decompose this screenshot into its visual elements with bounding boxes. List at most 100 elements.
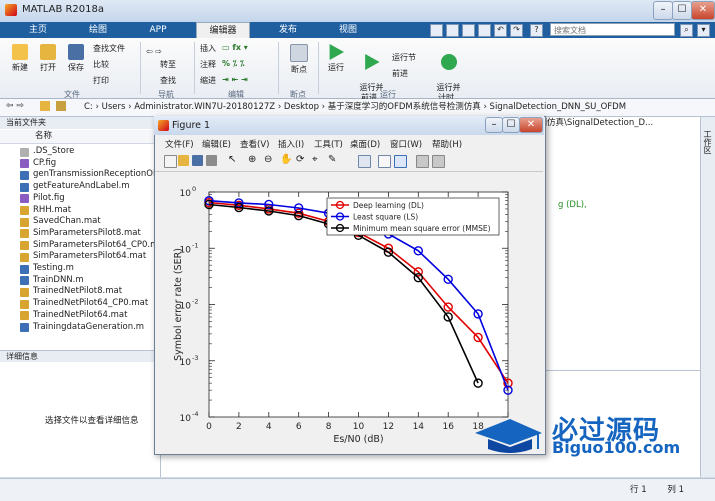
list-item[interactable]: Pilot.fig: [33, 193, 159, 205]
up-folder-icon[interactable]: [56, 101, 66, 111]
tab-editor[interactable]: 编辑器: [196, 22, 250, 39]
save-figure-icon[interactable]: [192, 155, 203, 166]
new-file-icon: [12, 44, 28, 60]
list-item[interactable]: genTransmissionReceptionOFDM.m: [33, 169, 159, 181]
fig-menu-view[interactable]: 查看(V): [240, 138, 269, 150]
print-button[interactable]: 打印: [93, 75, 109, 86]
data-cursor-icon[interactable]: ⌖: [312, 155, 323, 166]
tab-view[interactable]: 视图: [328, 22, 368, 38]
fig-menu-window[interactable]: 窗口(W): [390, 138, 422, 150]
run-section-button[interactable]: 运行节: [392, 52, 416, 63]
comment-icon[interactable]: % ⁒ ⁒: [222, 59, 244, 68]
indent-button[interactable]: 缩进: [200, 75, 216, 86]
nav-back-forward-icon[interactable]: ⇦ ⇨: [6, 101, 24, 111]
list-item[interactable]: TrainedNetPilot64.mat: [33, 310, 159, 322]
ribbon-collapse-icon[interactable]: ▾: [697, 24, 710, 37]
run-and-time-button[interactable]: 运行并 计时: [430, 44, 462, 103]
fig-menu-help[interactable]: 帮助(H): [432, 138, 462, 150]
fig-menu-desktop[interactable]: 桌面(D): [350, 138, 380, 150]
fig-menu-insert[interactable]: 插入(I): [278, 138, 304, 150]
pan-hand-icon[interactable]: ✋: [280, 155, 292, 166]
list-item[interactable]: TrainDNN.m: [33, 275, 159, 287]
legend-entry: Minimum mean square error (MMSE): [353, 224, 491, 233]
help-icon[interactable]: ?: [530, 24, 543, 37]
new-button[interactable]: 新建: [8, 44, 32, 73]
address-path[interactable]: C: › Users › Administrator.WIN7U-2018012…: [84, 101, 684, 114]
insert-colorbar-icon[interactable]: [378, 155, 391, 168]
brush-icon[interactable]: ✎: [328, 155, 339, 166]
browse-folder-icon[interactable]: [40, 101, 50, 111]
list-item[interactable]: TrainedNetPilot8.mat: [33, 286, 159, 298]
search-icon[interactable]: ⌕: [680, 24, 693, 37]
zoom-in-icon[interactable]: ⊕: [248, 155, 259, 166]
advance-button[interactable]: 前进: [392, 68, 408, 79]
code-fragment[interactable]: g (DL),: [558, 200, 587, 210]
maximize-button[interactable]: ☐: [672, 1, 692, 20]
redo-icon[interactable]: ↷: [510, 24, 523, 37]
breakpoints-button[interactable]: 断点: [285, 44, 313, 75]
list-item[interactable]: SimParametersPilot64_CP0.mat: [33, 240, 159, 252]
fig-menu-tools[interactable]: 工具(T): [314, 138, 343, 150]
close-button[interactable]: ✕: [691, 1, 715, 20]
ser-chart[interactable]: 0246810121416182010-410-310-210-1100Es/N…: [155, 172, 543, 452]
file-type-icon: [20, 299, 29, 309]
show-plot-tools-icon[interactable]: [432, 155, 445, 168]
quick-save-icon[interactable]: [430, 24, 443, 37]
insert-button[interactable]: 插入: [200, 43, 216, 54]
indent-icon[interactable]: ⇥ ⇤ ⇥: [222, 75, 248, 84]
title-bar: [0, 0, 715, 23]
print-figure-icon[interactable]: [206, 155, 217, 166]
save-button[interactable]: 保存: [64, 44, 88, 73]
list-item[interactable]: SimParametersPilot8.mat: [33, 228, 159, 240]
fig-menu-edit[interactable]: 编辑(E): [202, 138, 231, 150]
open-file-icon[interactable]: [178, 155, 189, 166]
tab-apps[interactable]: APP: [138, 22, 178, 38]
fig-menu-file[interactable]: 文件(F): [165, 138, 194, 150]
comment-button[interactable]: 注释: [200, 59, 216, 70]
file-type-icon: [20, 241, 29, 251]
figure-maximize-button[interactable]: ☐: [502, 117, 520, 133]
tab-plots[interactable]: 绘图: [78, 22, 118, 38]
find-button[interactable]: 查找: [160, 75, 176, 86]
quick-paste-icon[interactable]: [478, 24, 491, 37]
name-column-header[interactable]: 名称: [0, 130, 160, 144]
figure-minimize-button[interactable]: –: [485, 117, 503, 133]
list-item[interactable]: TrainingdataGeneration.m: [33, 322, 159, 334]
edit-plot-arrow-icon[interactable]: ↖: [228, 155, 239, 166]
insert-function-icon[interactable]: ▭ fx ▾: [222, 43, 248, 52]
insert-legend-icon[interactable]: [394, 155, 407, 168]
tab-home[interactable]: 主页: [18, 22, 58, 38]
list-item[interactable]: .DS_Store: [33, 146, 159, 158]
minimize-button[interactable]: –: [653, 1, 673, 20]
find-files-button[interactable]: 查找文件: [93, 43, 125, 54]
hide-plot-tools-icon[interactable]: [416, 155, 429, 168]
list-item[interactable]: Testing.m: [33, 263, 159, 275]
compare-button[interactable]: 比较: [93, 59, 109, 70]
quick-copy-icon[interactable]: [462, 24, 475, 37]
tab-publish[interactable]: 发布: [268, 22, 308, 38]
search-input[interactable]: 搜索文档: [550, 23, 675, 36]
link-plot-icon[interactable]: [358, 155, 371, 168]
figure-close-button[interactable]: ✕: [519, 117, 543, 133]
file-type-icon: [20, 264, 29, 274]
x-tick-label: 8: [326, 422, 332, 432]
goto-button[interactable]: 转至: [160, 59, 176, 70]
list-item[interactable]: SavedChan.mat: [33, 216, 159, 228]
rotate-3d-icon[interactable]: ⟳: [296, 155, 307, 166]
list-item[interactable]: RHH.mat: [33, 205, 159, 217]
new-figure-icon[interactable]: [164, 155, 177, 168]
list-item[interactable]: getFeatureAndLabel.m: [33, 181, 159, 193]
workspace-label[interactable]: 工作区: [702, 130, 713, 154]
list-item[interactable]: TrainedNetPilot64_CP0.mat: [33, 298, 159, 310]
workspace-side-panel[interactable]: [700, 117, 715, 477]
run-button[interactable]: 运行: [322, 44, 350, 73]
list-item[interactable]: CP.fig: [33, 158, 159, 170]
list-item[interactable]: SimParametersPilot64.mat: [33, 251, 159, 263]
quick-cut-icon[interactable]: [446, 24, 459, 37]
run-label: 运行: [328, 63, 344, 72]
zoom-out-icon[interactable]: ⊖: [264, 155, 275, 166]
open-button[interactable]: 打开: [36, 44, 60, 73]
y-axis-label: Symbol error rate (SER): [173, 248, 184, 361]
undo-icon[interactable]: ↶: [494, 24, 507, 37]
back-arrow-icon[interactable]: ⇦ ⇨: [146, 47, 162, 56]
